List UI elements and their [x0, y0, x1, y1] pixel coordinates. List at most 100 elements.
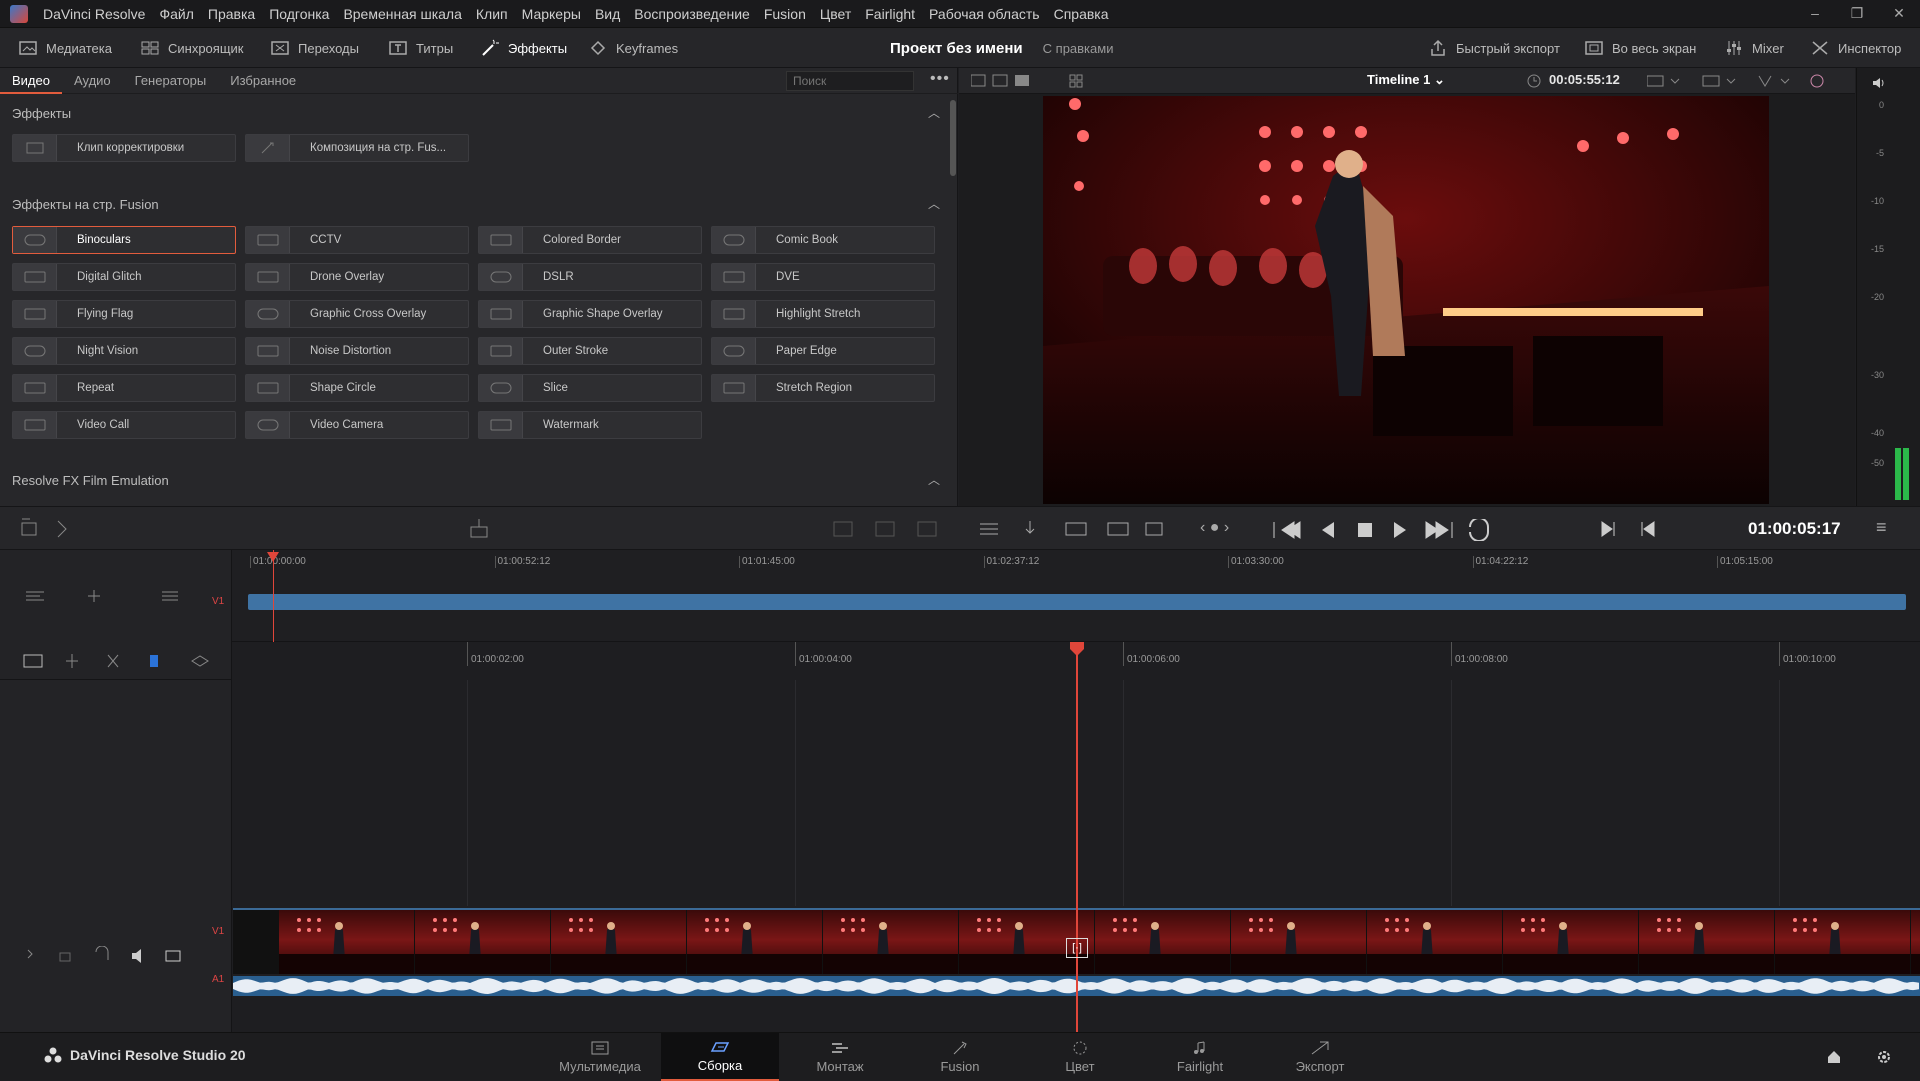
fullscreen-button[interactable]: Во весь экран — [1584, 28, 1696, 68]
viewer-options-icon[interactable] — [1647, 74, 1837, 88]
ruler-tick — [1472, 556, 1474, 568]
fx-item[interactable]: Slice — [478, 374, 702, 402]
edit-tools-icons[interactable] — [22, 652, 212, 670]
fx-item[interactable]: Repeat — [12, 374, 236, 402]
fx-item[interactable]: Highlight Stretch — [711, 300, 935, 328]
quick-export-button[interactable]: Быстрый экспорт — [1428, 28, 1560, 68]
effects-button[interactable]: Эффекты — [480, 28, 567, 68]
play-icon[interactable] — [1394, 522, 1406, 538]
video-preview[interactable] — [1043, 96, 1769, 504]
effects-scrollbar[interactable] — [950, 100, 956, 176]
media-pool-button[interactable]: Медиатека — [18, 28, 112, 68]
fx-item[interactable]: Graphic Cross Overlay — [245, 300, 469, 328]
color-page-icon — [1073, 1041, 1087, 1055]
smart-insert-icon[interactable] — [468, 517, 490, 539]
fx-item[interactable]: Graphic Shape Overlay — [478, 300, 702, 328]
fx-item[interactable]: Video Camera — [245, 411, 469, 439]
menu-file[interactable]: Файл — [152, 6, 200, 22]
menu-timeline[interactable]: Временная шкала — [336, 6, 468, 22]
fx-item[interactable]: Comic Book — [711, 226, 935, 254]
fx-item[interactable]: Digital Glitch — [12, 263, 236, 291]
play-reverse-icon[interactable] — [1322, 522, 1334, 538]
upper-timeline-clip[interactable] — [248, 594, 1906, 610]
fx-item[interactable]: Shape Circle — [245, 374, 469, 402]
tab-favorites[interactable]: Избранное — [218, 68, 308, 94]
transport-bar: ‹ ● › 01:00:05:17 ≡ — [0, 506, 1920, 550]
menu-fairlight[interactable]: Fairlight — [858, 6, 922, 22]
lower-playhead[interactable] — [1076, 642, 1078, 1032]
fx-item[interactable]: Flying Flag — [12, 300, 236, 328]
tab-audio[interactable]: Аудио — [62, 68, 123, 94]
maximize-icon[interactable]: ❐ — [1836, 5, 1878, 22]
fx-item[interactable]: DVE — [711, 263, 935, 291]
fx-item[interactable]: Watermark — [478, 411, 702, 439]
menu-clip[interactable]: Клип — [469, 6, 515, 22]
clip-tools-icon[interactable] — [20, 517, 80, 539]
minimize-icon[interactable]: – — [1794, 5, 1836, 22]
page-cut[interactable]: Сборка — [661, 1033, 779, 1081]
transitions-button[interactable]: Переходы — [270, 28, 359, 68]
page-fairlight[interactable]: Fairlight — [1141, 1033, 1259, 1081]
fx-item[interactable]: Noise Distortion — [245, 337, 469, 365]
skip-to-start-icon[interactable] — [1273, 521, 1301, 539]
close-icon[interactable]: ✕ — [1878, 5, 1920, 22]
page-edit[interactable]: Монтаж — [781, 1033, 899, 1081]
effects-search-input[interactable] — [786, 71, 914, 91]
fx-item[interactable]: Paper Edge — [711, 337, 935, 365]
skip-to-end-icon[interactable] — [1425, 521, 1453, 539]
menu-edit[interactable]: Правка — [201, 6, 262, 22]
page-color[interactable]: Цвет — [1021, 1033, 1139, 1081]
viewer-tools-icons[interactable] — [978, 519, 1168, 539]
collapse-chevron-icon[interactable]: ︿ — [928, 471, 940, 488]
edit-point-icon[interactable]: [·] — [1066, 938, 1088, 958]
home-icon[interactable] — [1826, 1049, 1842, 1065]
menu-fusion[interactable]: Fusion — [757, 6, 813, 22]
jog-control[interactable]: ‹ ● › — [1200, 519, 1229, 537]
gear-icon[interactable] — [1876, 1049, 1892, 1065]
fx-item[interactable]: Colored Border — [478, 226, 702, 254]
fx-fusion-composition[interactable]: Композиция на стр. Fus... — [245, 134, 469, 162]
viewer-layout-icon[interactable] — [971, 74, 1031, 88]
stop-icon[interactable] — [1358, 523, 1372, 537]
upper-playhead[interactable] — [273, 550, 274, 642]
fx-adjustment-clip[interactable]: Клип корректировки — [12, 134, 236, 162]
fx-item[interactable]: Outer Stroke — [478, 337, 702, 365]
fx-item[interactable]: Binoculars — [12, 226, 236, 254]
sync-bin-button[interactable]: Синхроящик — [140, 28, 243, 68]
fx-item[interactable]: DSLR — [478, 263, 702, 291]
loop-icon[interactable] — [1469, 519, 1489, 541]
keyframes-button[interactable]: Keyframes — [588, 28, 678, 68]
collapse-chevron-icon[interactable]: ︿ — [928, 104, 940, 121]
track-controls-icons[interactable] — [22, 946, 192, 966]
lower-playhead-handle[interactable] — [1070, 642, 1084, 656]
menu-playback[interactable]: Воспроизведение — [627, 6, 757, 22]
page-media[interactable]: Мультимедиа — [541, 1033, 659, 1081]
inspector-button[interactable]: Инспектор — [1810, 28, 1901, 68]
edit-mode-icons[interactable] — [832, 519, 940, 539]
menu-icon[interactable]: ≡ — [1876, 517, 1887, 538]
titles-button[interactable]: Титры — [388, 28, 453, 68]
track-tools-icons[interactable] — [24, 588, 184, 604]
more-options-icon[interactable]: ••• — [930, 70, 950, 88]
menu-workspace[interactable]: Рабочая область — [922, 6, 1047, 22]
mixer-button[interactable]: Mixer — [1724, 28, 1784, 68]
tab-generators[interactable]: Генераторы — [123, 68, 219, 94]
menu-view[interactable]: Вид — [588, 6, 627, 22]
tab-video[interactable]: Видео — [0, 68, 62, 94]
menu-color[interactable]: Цвет — [813, 6, 858, 22]
fx-item[interactable]: Night Vision — [12, 337, 236, 365]
in-out-icons[interactable] — [1598, 519, 1658, 539]
fx-item[interactable]: CCTV — [245, 226, 469, 254]
collapse-chevron-icon[interactable]: ︿ — [928, 195, 940, 212]
menu-markers[interactable]: Маркеры — [515, 6, 588, 22]
timeline-selector[interactable]: Timeline 1 ⌄ — [1367, 72, 1445, 88]
page-fusion[interactable]: Fusion — [901, 1033, 1019, 1081]
fx-item[interactable]: Stretch Region — [711, 374, 935, 402]
speaker-icon[interactable] — [1871, 76, 1887, 90]
menu-help[interactable]: Справка — [1047, 6, 1116, 22]
page-deliver[interactable]: Экспорт — [1261, 1033, 1379, 1081]
menu-trim[interactable]: Подгонка — [262, 6, 336, 22]
grid-icon[interactable] — [1069, 74, 1083, 88]
fx-item[interactable]: Drone Overlay — [245, 263, 469, 291]
fx-item[interactable]: Video Call — [12, 411, 236, 439]
